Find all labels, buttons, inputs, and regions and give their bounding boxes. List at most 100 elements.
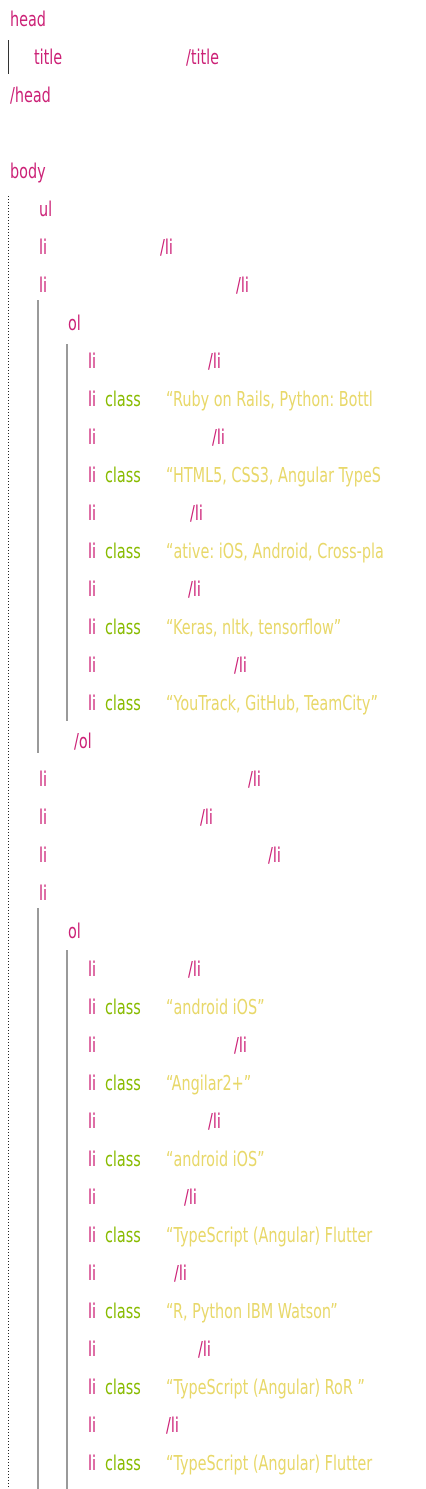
class-value: “android iOS” — [166, 995, 265, 1019]
code-line: li /li — [0, 1026, 426, 1064]
ul-open-tag: ul — [39, 197, 53, 221]
head-close-tag: /head — [10, 83, 51, 107]
li-close-tag: /li — [236, 273, 249, 297]
code-line: li class “Angilar2+” — [0, 1064, 426, 1102]
li-open-tag: li — [88, 957, 97, 981]
li-open-tag: li — [88, 463, 97, 487]
code-line: li /li — [0, 1330, 426, 1368]
code-line: li /li — [0, 950, 426, 988]
head-open-tag: head — [10, 7, 46, 31]
code-line: li class “R, Python IBM Watson” — [0, 1292, 426, 1330]
body-open-tag: body — [10, 159, 46, 183]
li-open-tag: li — [88, 1299, 97, 1323]
code-line: li /li — [0, 342, 426, 380]
li-open-tag: li — [39, 235, 48, 259]
class-value: “YouTrack, GitHub, TeamCity” — [166, 691, 378, 715]
class-attr: class — [105, 691, 141, 715]
li-close-tag: /li — [248, 767, 261, 791]
code-line: li /li — [0, 760, 426, 798]
code-line: li /li — [0, 1102, 426, 1140]
code-line: li /li — [0, 266, 426, 304]
class-value: “Keras, nltk, tensorflow” — [166, 615, 342, 639]
class-value: “TypeScript (Angular) Flutter — [166, 1451, 373, 1475]
code-line: li class “Ruby on Rails, Python: Bottl — [0, 380, 426, 418]
class-value: “TypeScript (Angular) RoR ” — [166, 1375, 365, 1399]
li-close-tag: /li — [188, 957, 201, 981]
li-open-tag: li — [88, 1337, 97, 1361]
code-line: li class “YouTrack, GitHub, TeamCity” — [0, 684, 426, 722]
code-line: li class “ative: iOS, Android, Cross-pla — [0, 532, 426, 570]
code-line: li class “TypeScript (Angular) RoR ” — [0, 1368, 426, 1406]
class-attr: class — [105, 463, 141, 487]
code-line: li class “TypeScript (Angular) Flutter — [0, 1216, 426, 1254]
code-line: head — [0, 0, 426, 38]
code-line: li /li — [0, 228, 426, 266]
ol-open-tag: ol — [68, 311, 81, 335]
code-line: li /li — [0, 418, 426, 456]
class-attr: class — [105, 539, 141, 563]
li-open-tag: li — [88, 1223, 97, 1247]
li-open-tag: li — [88, 349, 97, 373]
class-attr: class — [105, 1375, 141, 1399]
class-value: “TypeScript (Angular) Flutter — [166, 1223, 373, 1247]
code-line: li /li — [0, 1178, 426, 1216]
class-attr: class — [105, 615, 141, 639]
li-open-tag: li — [88, 1261, 97, 1285]
code-line: li class “android iOS” — [0, 1140, 426, 1178]
li-open-tag: li — [39, 805, 48, 829]
li-close-tag: /li — [160, 235, 173, 259]
li-open-tag: li — [88, 1413, 97, 1437]
code-line: li class “HTML5, CSS3, Angular TypeS — [0, 456, 426, 494]
code-line: title /title — [0, 38, 426, 76]
li-open-tag: li — [88, 1451, 97, 1475]
class-value: “R, Python IBM Watson” — [166, 1299, 338, 1323]
class-attr: class — [105, 1071, 141, 1095]
class-value: “HTML5, CSS3, Angular TypeS — [166, 463, 381, 487]
li-open-tag: li — [88, 577, 97, 601]
ol-close-tag: /ol — [74, 729, 92, 753]
li-close-tag: /li — [166, 1413, 179, 1437]
class-value: “Angilar2+” — [166, 1071, 252, 1095]
code-line: li /li — [0, 494, 426, 532]
code-line: li /li — [0, 1406, 426, 1444]
li-open-tag: li — [39, 767, 48, 791]
code-line: li /li — [0, 798, 426, 836]
class-value: “android iOS” — [166, 1147, 265, 1171]
code-line: ol — [0, 912, 426, 950]
li-close-tag: /li — [208, 1109, 221, 1133]
li-open-tag: li — [39, 273, 48, 297]
li-close-tag: /li — [184, 1185, 197, 1209]
li-close-tag: /li — [234, 1033, 247, 1057]
li-open-tag: li — [39, 881, 48, 905]
li-close-tag: /li — [268, 843, 281, 867]
li-close-tag: /li — [174, 1261, 187, 1285]
code-line: body — [0, 152, 426, 190]
li-open-tag: li — [88, 691, 97, 715]
ol-open-tag: ol — [68, 919, 81, 943]
class-attr: class — [105, 387, 141, 411]
li-open-tag: li — [88, 501, 97, 525]
li-close-tag: /li — [208, 349, 221, 373]
code-line: ul — [0, 190, 426, 228]
code-line: li /li — [0, 646, 426, 684]
class-attr: class — [105, 1147, 141, 1171]
li-close-tag: /li — [198, 1337, 211, 1361]
class-value: “Ruby on Rails, Python: Bottl — [166, 387, 373, 411]
class-attr: class — [105, 1223, 141, 1247]
li-open-tag: li — [88, 425, 97, 449]
li-open-tag: li — [88, 1185, 97, 1209]
code-line: li /li — [0, 1254, 426, 1292]
li-close-tag: /li — [234, 653, 247, 677]
li-open-tag: li — [88, 1071, 97, 1095]
code-line: ol — [0, 304, 426, 342]
code-line: li class “TypeScript (Angular) Flutter — [0, 1444, 426, 1482]
li-close-tag: /li — [200, 805, 213, 829]
li-close-tag: /li — [190, 501, 203, 525]
li-open-tag: li — [88, 387, 97, 411]
code-line: li class “android iOS” — [0, 988, 426, 1026]
class-attr: class — [105, 1299, 141, 1323]
class-attr: class — [105, 1451, 141, 1475]
class-value: “ative: iOS, Android, Cross-pla — [166, 539, 384, 563]
title-open-tag: title — [34, 45, 63, 69]
code-line: /head — [0, 76, 426, 114]
